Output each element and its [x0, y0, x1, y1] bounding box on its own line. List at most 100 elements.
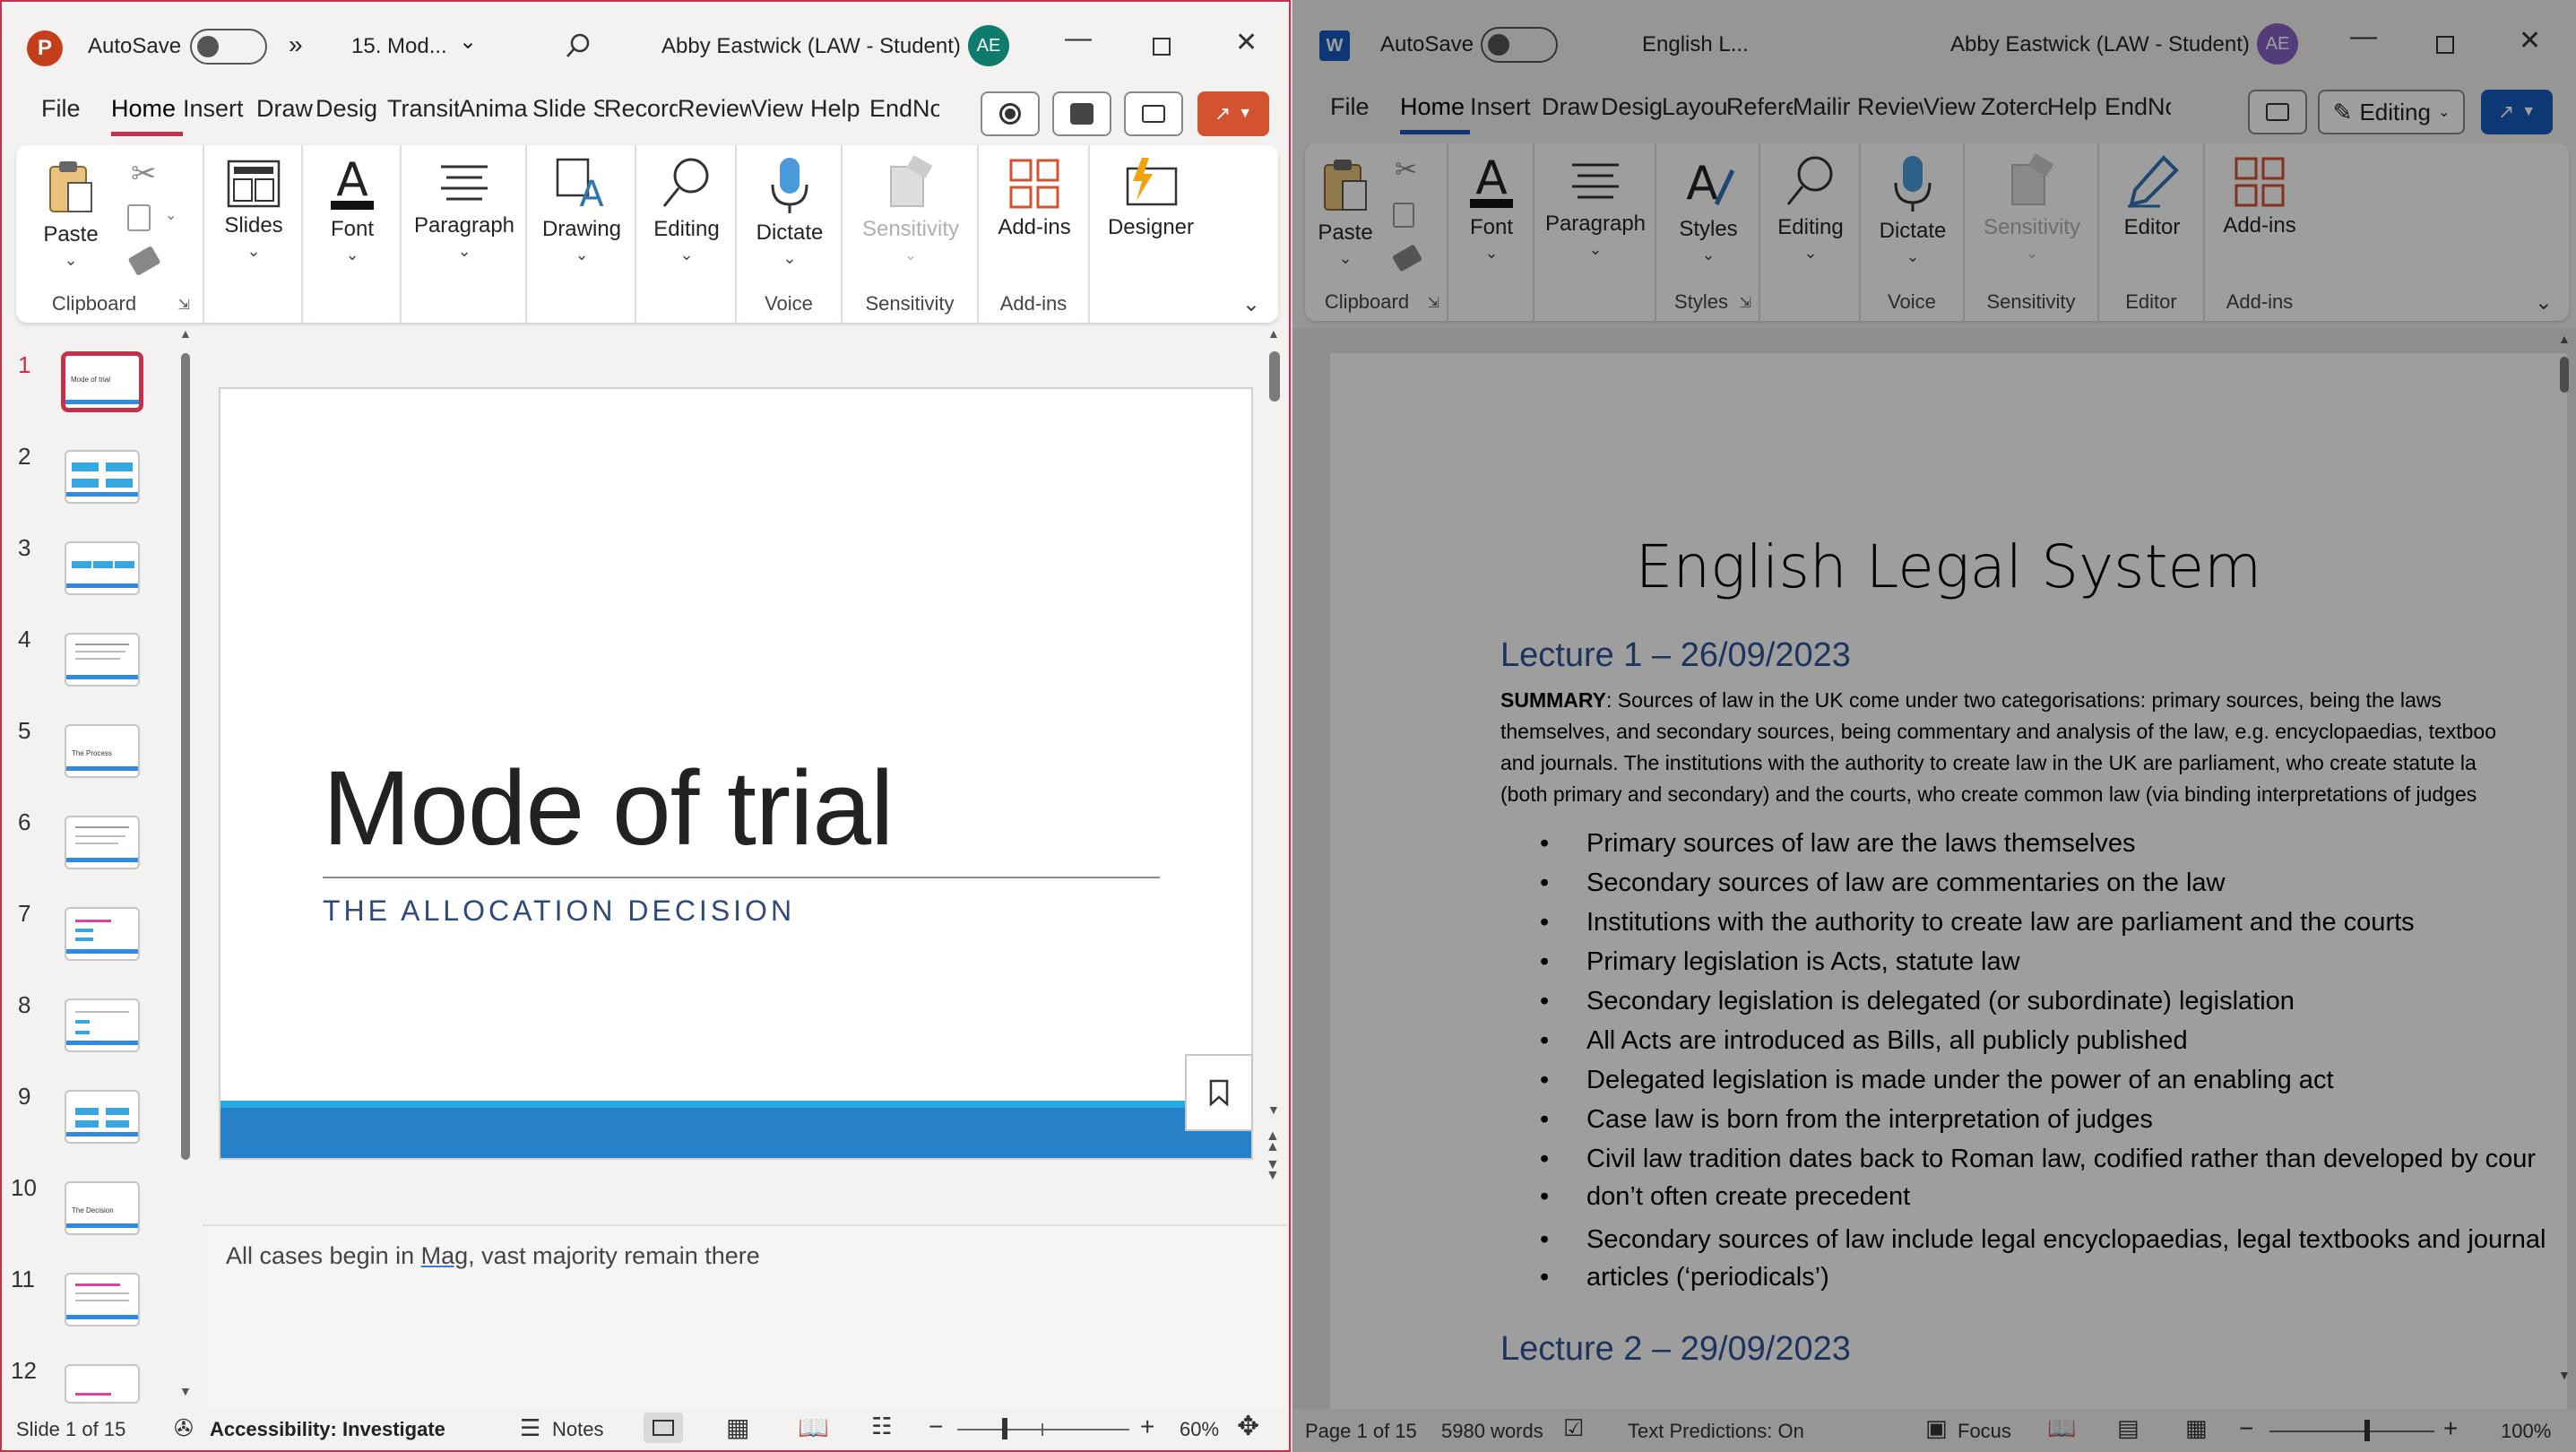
- font-button[interactable]: A Font ⌄: [312, 154, 393, 264]
- dictate-button[interactable]: Dictate ⌄: [1868, 152, 1958, 266]
- styles-button[interactable]: A Styles ⌄: [1664, 154, 1753, 264]
- dictate-button[interactable]: Dictate ⌄: [744, 154, 835, 268]
- scroll-up-icon[interactable]: ▲: [2558, 332, 2571, 346]
- accessibility-checker[interactable]: Accessibility: Investigate: [210, 1418, 445, 1441]
- maximize-icon[interactable]: [2436, 36, 2454, 54]
- list-item[interactable]: Secondary sources of law are commentarie…: [1500, 864, 2576, 902]
- ribbon-collapse-icon[interactable]: ⌄: [1242, 291, 1260, 317]
- avatar[interactable]: AE: [2257, 23, 2298, 65]
- slide-thumbnail-8[interactable]: [65, 998, 140, 1052]
- chevron-down-icon[interactable]: ⌄: [165, 206, 177, 224]
- tab-zotero[interactable]: Zotero: [1981, 93, 2047, 138]
- tab-transitions[interactable]: Transit: [387, 95, 459, 140]
- scroll-up-icon[interactable]: ▲: [1267, 326, 1280, 341]
- more-commands-icon[interactable]: »: [289, 30, 303, 59]
- chevron-down-icon[interactable]: ⌄: [459, 29, 477, 55]
- sensitivity-button[interactable]: Sensitivity ⌄: [1972, 154, 2092, 263]
- tab-file[interactable]: File: [41, 95, 111, 140]
- read-mode-icon[interactable]: 📖: [2047, 1414, 2076, 1442]
- file-name[interactable]: 15. Mod...: [351, 34, 447, 59]
- dialog-launcher-icon[interactable]: ⇲: [1740, 294, 1751, 312]
- text-predictions[interactable]: Text Predictions: On: [1628, 1420, 1804, 1443]
- avatar[interactable]: AE: [968, 25, 1009, 66]
- tab-design[interactable]: Desig: [1601, 93, 1662, 138]
- zoom-out-icon[interactable]: −: [929, 1413, 943, 1441]
- list-item-continuation[interactable]: don’t often create precedent: [1500, 1178, 2576, 1215]
- slide-thumbnail-6[interactable]: [65, 816, 140, 869]
- close-icon[interactable]: ✕: [2519, 25, 2541, 56]
- list-item[interactable]: Institutions with the authority to creat…: [1500, 903, 2576, 941]
- slides-button[interactable]: Slides ⌄: [213, 160, 294, 261]
- tab-endnote[interactable]: EndNo: [869, 95, 939, 140]
- tab-home[interactable]: Home: [1400, 93, 1470, 134]
- share-button[interactable]: ↗ ▼: [2481, 90, 2553, 134]
- document-page[interactable]: English Legal System Lecture 1 – 26/09/2…: [1330, 353, 2567, 1409]
- word-count[interactable]: 5980 words: [1441, 1420, 1543, 1443]
- scroll-up-icon[interactable]: ▲: [179, 326, 192, 341]
- focus-button[interactable]: Focus: [1958, 1420, 2011, 1443]
- scroll-thumb[interactable]: [2560, 357, 2569, 393]
- addins-button[interactable]: Add-ins: [984, 158, 1085, 240]
- fit-to-window-icon[interactable]: ✥: [1237, 1411, 1259, 1442]
- addins-button[interactable]: Add-ins: [2210, 156, 2309, 238]
- notes-pane[interactable]: All cases begin in Mag, vast majority re…: [203, 1224, 1287, 1409]
- tab-slide-show[interactable]: Slide S: [532, 95, 604, 140]
- record-button[interactable]: [981, 91, 1040, 136]
- slide-thumbnail-7[interactable]: [65, 907, 140, 961]
- summary-paragraph[interactable]: SUMMARY: Sources of law in the UK come u…: [1500, 685, 2558, 810]
- zoom-slider[interactable]: [2269, 1430, 2434, 1432]
- tab-endnote[interactable]: EndNo: [2105, 93, 2171, 138]
- scroll-down-icon[interactable]: ▼: [1267, 1102, 1280, 1117]
- bullet-list[interactable]: Primary sources of law are the laws them…: [1500, 825, 2576, 1298]
- font-button[interactable]: A Font ⌄: [1454, 152, 1529, 263]
- tab-draw[interactable]: Draw: [256, 95, 316, 140]
- current-slide[interactable]: Mode of trial THE ALLOCATION DECISION: [219, 387, 1253, 1160]
- list-item-continuation[interactable]: articles (‘periodicals’): [1500, 1258, 2576, 1296]
- next-slide-icon[interactable]: ▼ ▼: [1266, 1158, 1280, 1183]
- dialog-launcher-icon[interactable]: ⇲: [178, 296, 190, 314]
- web-layout-icon[interactable]: ▦: [2185, 1414, 2208, 1442]
- page-info[interactable]: Page 1 of 15: [1305, 1420, 1417, 1443]
- designer-button[interactable]: Designer: [1095, 156, 1206, 240]
- file-name[interactable]: English L...: [1642, 32, 1749, 57]
- format-painter-icon[interactable]: [1391, 244, 1423, 272]
- paragraph-button[interactable]: Paragraph ⌄: [411, 160, 518, 261]
- autosave-toggle[interactable]: [190, 29, 267, 65]
- tab-review[interactable]: Review: [1857, 93, 1923, 138]
- list-item[interactable]: Secondary legislation is delegated (or s…: [1500, 982, 2576, 1020]
- reading-view-icon[interactable]: 📖: [798, 1413, 829, 1442]
- proofing-icon[interactable]: ☑: [1563, 1414, 1584, 1442]
- tab-layout[interactable]: Layou: [1662, 93, 1726, 138]
- zoom-level[interactable]: 60%: [1180, 1418, 1219, 1441]
- share-button[interactable]: ↗ ▼: [1197, 91, 1269, 136]
- notes-button[interactable]: Notes: [552, 1418, 603, 1441]
- ribbon-collapse-icon[interactable]: ⌄: [2535, 290, 2553, 315]
- list-item[interactable]: Primary legislation is Acts, statute law: [1500, 943, 2576, 981]
- list-item[interactable]: Case law is born from the interpretation…: [1500, 1101, 2576, 1138]
- zoom-slider-thumb[interactable]: [1002, 1418, 1007, 1439]
- scroll-down-icon[interactable]: ▼: [179, 1384, 192, 1398]
- tab-view[interactable]: View: [751, 95, 810, 140]
- slide-show-icon[interactable]: ☷: [871, 1413, 892, 1440]
- autosave-toggle[interactable]: [1481, 27, 1558, 63]
- drawing-button[interactable]: A Drawing ⌄: [532, 156, 631, 264]
- zoom-slider-thumb[interactable]: [2364, 1420, 2370, 1441]
- zoom-in-icon[interactable]: +: [2443, 1414, 2458, 1443]
- tab-insert[interactable]: Insert: [183, 95, 256, 140]
- tab-mailings[interactable]: Mailir: [1793, 93, 1857, 138]
- document-title[interactable]: English Legal System: [1330, 532, 2567, 601]
- zoom-out-icon[interactable]: −: [2239, 1414, 2253, 1443]
- close-icon[interactable]: ✕: [1235, 27, 1258, 58]
- spelling-flag[interactable]: Mag: [421, 1242, 469, 1269]
- tab-help[interactable]: Help: [810, 95, 869, 140]
- tab-record[interactable]: Record: [604, 95, 678, 140]
- slide-sorter-icon[interactable]: ▦: [726, 1413, 749, 1442]
- slide-thumbnail-11[interactable]: [65, 1273, 140, 1327]
- slide-thumbnail-1[interactable]: Mode of trial: [61, 351, 143, 412]
- tab-references[interactable]: Refere: [1726, 93, 1793, 138]
- list-item[interactable]: Secondary sources of law include legal e…: [1500, 1221, 2576, 1258]
- list-item[interactable]: Primary sources of law are the laws them…: [1500, 825, 2576, 862]
- slide-subtitle[interactable]: THE ALLOCATION DECISION: [323, 895, 795, 928]
- lecture-2-heading[interactable]: Lecture 2 – 29/09/2023: [1500, 1330, 1851, 1369]
- dialog-launcher-icon[interactable]: ⇲: [1428, 294, 1439, 312]
